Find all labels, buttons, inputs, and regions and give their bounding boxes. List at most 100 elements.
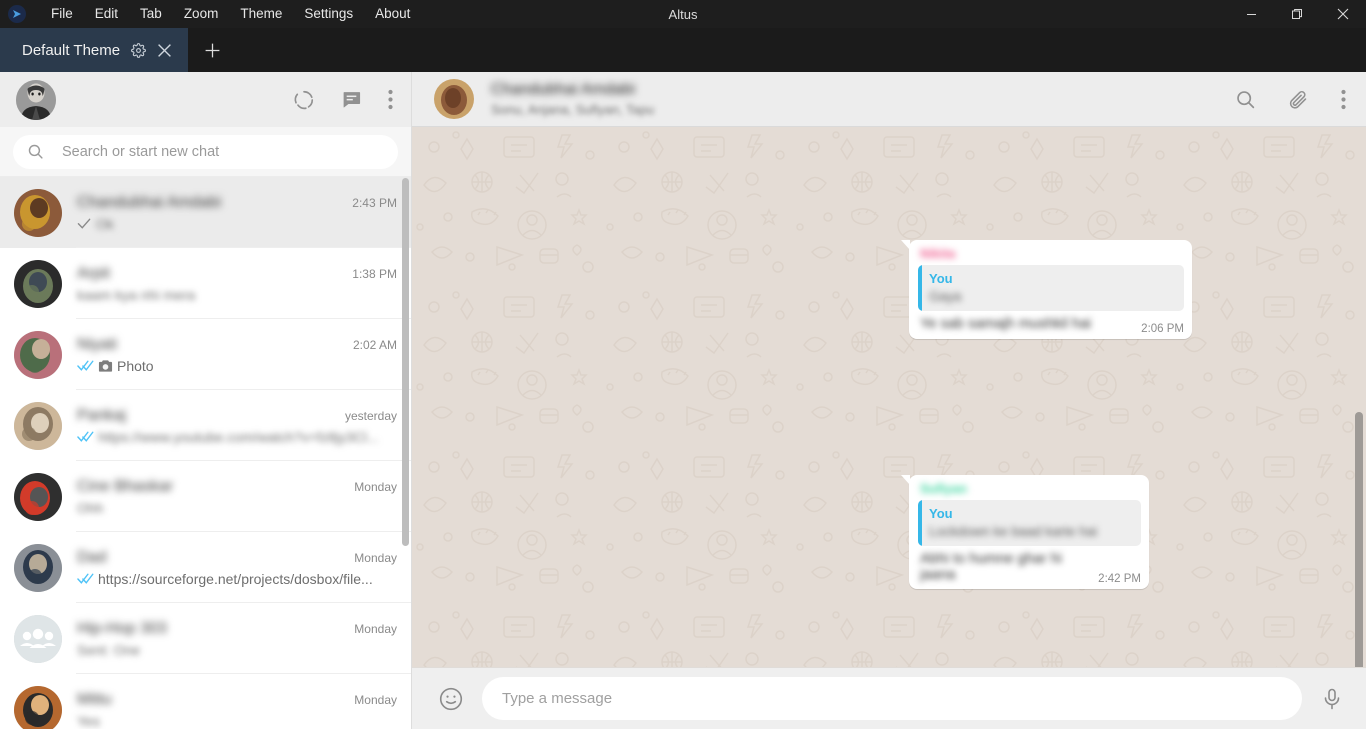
tab-default-theme[interactable]: Default Theme <box>0 28 188 72</box>
tab-close-icon[interactable] <box>157 43 172 58</box>
tab-bar: Default Theme <box>0 28 1366 72</box>
status-circle-icon[interactable] <box>293 89 315 111</box>
chat-list-item[interactable]: Arpit 1:38 PM kaam kya nhi mera <box>0 248 411 319</box>
app-logo-icon <box>8 5 26 23</box>
contact-avatar <box>14 188 62 237</box>
chat-timestamp: 2:02 AM <box>352 337 397 352</box>
bubble-tail <box>901 475 910 485</box>
chat-list-item[interactable]: Niyati 2:02 AM Photo <box>0 319 411 390</box>
chat-list-item[interactable]: Mittu Monday Yes <box>0 674 411 729</box>
chat-timestamp: Monday <box>354 621 397 636</box>
chat-list-item-body: Dad Monday https://sourceforge.net/project… <box>77 549 397 587</box>
chat-list-item-body: Cine Bhaskar Monday Ohh <box>77 478 397 516</box>
attach-icon[interactable] <box>1288 89 1309 110</box>
message-bubble-incoming[interactable]: Nikita You Gaya Ye sab samajh mushkil hai 2:… <box>901 240 1192 339</box>
menu-zoom[interactable]: Zoom <box>173 3 230 25</box>
message-time: 2:42 PM <box>1098 573 1141 585</box>
microphone-icon[interactable] <box>1320 687 1344 711</box>
group-avatar <box>14 614 62 663</box>
chat-preview-text: Ohh <box>77 499 104 516</box>
app-body: Chandubhai Amdabi 2:43 PM Ok Arpit 1:38 PM ka… <box>0 72 1366 729</box>
chat-contact-name: Mittu <box>77 690 112 708</box>
chat-contact-name: Arpit <box>77 264 110 282</box>
chat-timestamp: Monday <box>354 692 397 707</box>
message-time: 2:06 PM <box>1141 323 1184 335</box>
chat-timestamp: Monday <box>354 550 397 565</box>
chat-list-item[interactable]: Cine Bhaskar Monday Ohh <box>0 461 411 532</box>
message-meta: 2:06 PM <box>1141 323 1184 335</box>
maximize-button[interactable] <box>1274 0 1320 28</box>
chat-contact-name: Cine Bhaskar <box>77 477 174 495</box>
menu-about[interactable]: About <box>364 3 421 25</box>
new-tab-button[interactable] <box>188 28 236 72</box>
sidebar-scrollbar[interactable] <box>402 178 409 546</box>
minimize-button[interactable] <box>1228 0 1274 28</box>
check-double-icon <box>77 359 94 372</box>
search-icon[interactable] <box>1235 89 1256 110</box>
chat-list-item-body: Mittu Monday Yes <box>77 691 397 729</box>
title-bar: File Edit Tab Zoom Theme Settings About … <box>0 0 1366 28</box>
gear-icon[interactable] <box>131 42 146 58</box>
chat-title: Chandubhai Amdabi <box>491 81 636 98</box>
chat-list-item-body: Niyati 2:02 AM Photo <box>77 336 397 374</box>
chat-preview-row: Ohh <box>77 500 397 516</box>
chat-list-item[interactable]: Dad Monday https://sourceforge.net/project… <box>0 532 411 603</box>
search-bar <box>0 127 411 177</box>
quoted-message[interactable]: You Lockdown ke baad karte hai <box>918 500 1141 546</box>
chat-list-item[interactable]: Chandubhai Amdabi 2:43 PM Ok <box>0 177 411 248</box>
chat-preview-row: kaam kya nhi mera <box>77 287 397 303</box>
close-button[interactable] <box>1320 0 1366 28</box>
chat-preview-text: Yes <box>77 712 100 729</box>
menu-theme[interactable]: Theme <box>229 3 293 25</box>
emoji-smiley-icon[interactable] <box>438 686 464 712</box>
avatar[interactable] <box>16 79 56 120</box>
menu-file[interactable]: File <box>40 3 84 25</box>
menu-edit[interactable]: Edit <box>84 3 129 25</box>
menu-bar: File Edit Tab Zoom Theme Settings About <box>40 3 421 25</box>
bubble-content-row: Abhi to humne ghar hi jaana 2:42 PM <box>918 550 1141 585</box>
check-single-icon <box>77 217 92 230</box>
menu-settings[interactable]: Settings <box>293 3 364 25</box>
chat-list-item[interactable]: Pankaj yesterday https://www.youtube.com/w… <box>0 390 411 461</box>
search-input[interactable] <box>62 143 384 160</box>
chat-timestamp: yesterday <box>344 408 397 423</box>
messages-area[interactable]: ArpitFajar kar rahe hainTheek1:59 PMNiki… <box>412 127 1366 667</box>
camera-icon <box>98 359 113 373</box>
chat-timestamp: 1:38 PM <box>352 266 397 281</box>
quote-accent-bar <box>918 500 922 546</box>
chat-contact-name: Niyati <box>77 335 118 353</box>
chat-header-icons <box>1235 89 1346 110</box>
chat-list[interactable]: Chandubhai Amdabi 2:43 PM Ok Arpit 1:38 PM ka… <box>0 177 411 729</box>
chat-subtitle: Sonu, Anjana, Sufiyan, Tapu <box>491 102 655 117</box>
menu-dots-icon[interactable] <box>388 89 393 110</box>
chat-contact-name: Dad <box>77 548 107 566</box>
chat-list-item[interactable]: Hip-Hop 303 Monday Sent: One <box>0 603 411 674</box>
bubble-tail <box>901 240 910 250</box>
chat-preview-row: Sent: One <box>77 642 397 658</box>
message-sender-name: Sufiyan <box>920 481 967 496</box>
quote-accent-bar <box>918 265 922 311</box>
new-chat-icon[interactable] <box>341 89 362 110</box>
message-bubble-incoming[interactable]: Sufiyan You Lockdown ke baad karte hai Abhi… <box>901 475 1149 589</box>
menu-dots-icon[interactable] <box>1341 89 1346 110</box>
chat-header-avatar[interactable] <box>434 79 474 119</box>
check-double-icon <box>77 572 94 585</box>
contact-avatar <box>14 685 62 729</box>
composer <box>412 667 1366 729</box>
message-sender-name: Nikita <box>920 246 956 261</box>
chat-header: Chandubhai Amdabi Sonu, Anjana, Sufiyan,… <box>412 72 1366 127</box>
messages-scrollbar[interactable] <box>1355 412 1363 667</box>
bubble-content-row: Ye sab samajh mushkil hai 2:06 PM <box>918 315 1184 335</box>
tab-label: Default Theme <box>22 41 121 59</box>
quote-text: Lockdown ke baad karte hai <box>929 524 1098 539</box>
search-box[interactable] <box>13 134 398 169</box>
menu-tab[interactable]: Tab <box>129 3 173 25</box>
contact-avatar <box>14 472 62 521</box>
message-input[interactable] <box>502 690 1282 707</box>
message-input-box[interactable] <box>482 677 1302 720</box>
chat-pane: Chandubhai Amdabi Sonu, Anjana, Sufiyan,… <box>412 72 1366 729</box>
quoted-message[interactable]: You Gaya <box>918 265 1184 311</box>
chat-timestamp: 2:43 PM <box>352 195 397 210</box>
contact-avatar <box>14 543 62 592</box>
chat-preview-row: Ok <box>77 216 397 232</box>
